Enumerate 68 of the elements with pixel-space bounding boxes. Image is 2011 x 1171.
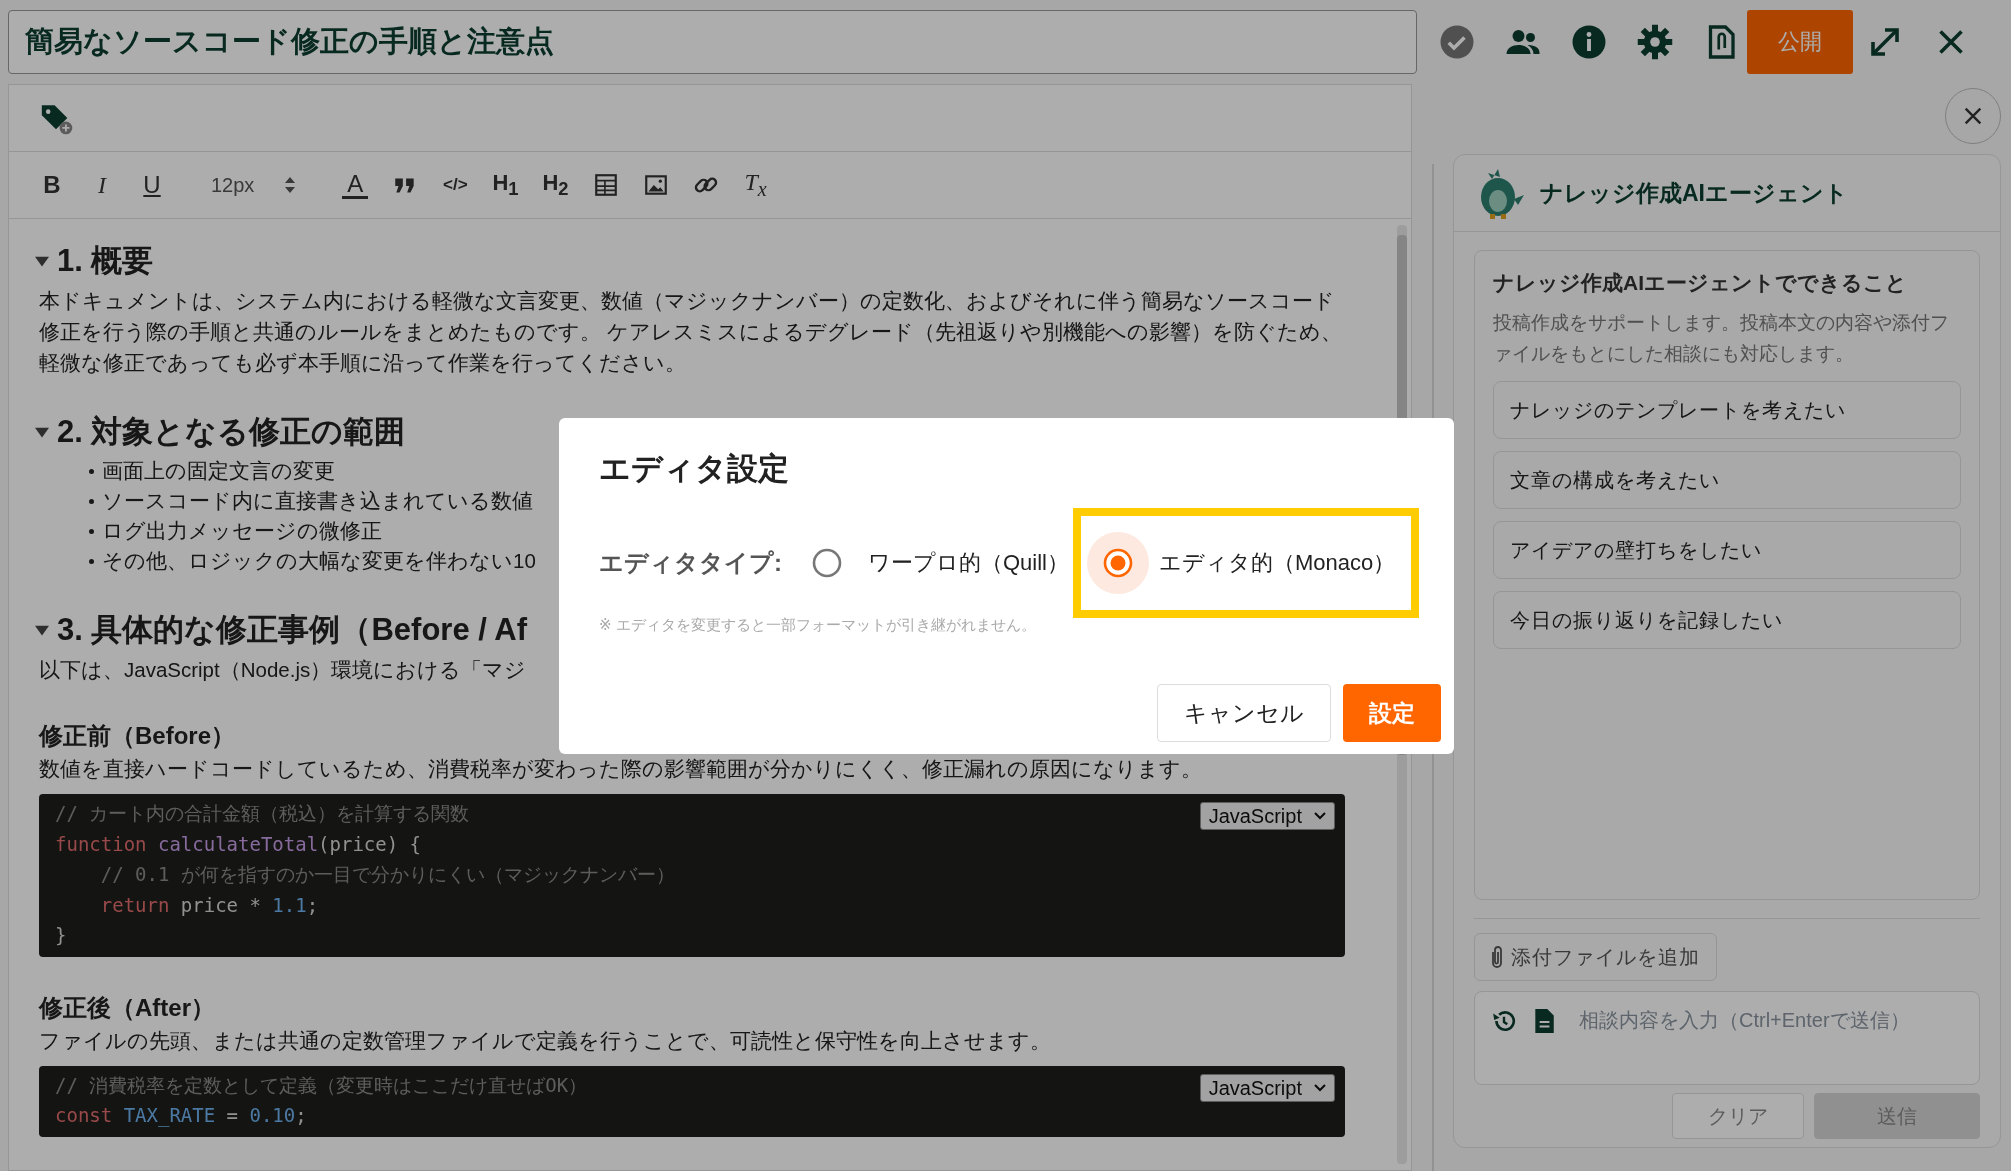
section-heading: 3. 具体的な修正事例（Before / Af	[57, 611, 528, 649]
check-circle-icon[interactable]	[1439, 24, 1475, 60]
suggestion-button[interactable]: 文章の構成を考えたい	[1493, 451, 1961, 509]
toolbar-button[interactable]: A	[342, 171, 369, 199]
list-item: その他、ロジックの大幅な変更を伴わない10	[102, 548, 536, 574]
code-line: return price * 1.1;	[99, 892, 319, 918]
toolbar-button[interactable]: T$_{x}$	[742, 169, 769, 201]
attach-file-button[interactable]: 添付ファイルを追加	[1474, 933, 1717, 981]
paragraph: 以下は、JavaScript（Node.js）環境における「マジ	[39, 657, 527, 683]
panel-title: ナレッジ作成AIエージェント	[1540, 178, 1848, 208]
toolbar-button[interactable]: U	[139, 171, 165, 199]
font-size-select[interactable]: 12px	[205, 172, 303, 198]
radio-option[interactable]: ワープロ的（Quill）	[792, 508, 1073, 618]
toolbar-button[interactable]: H$_{1}$	[492, 169, 519, 201]
radio-icon[interactable]	[1103, 548, 1133, 578]
collapse-caret-icon[interactable]	[35, 623, 49, 637]
suggestion-button[interactable]: アイデアの壁打ちをしたい	[1493, 521, 1961, 579]
up-down-arrows-icon	[284, 175, 297, 195]
document-icon[interactable]	[1533, 1008, 1555, 1034]
table-icon[interactable]	[592, 172, 619, 198]
history-icon[interactable]	[1491, 1008, 1517, 1034]
code-line: // 消費税率を定数として定義（変更時はここだけ直せばOK）	[55, 1072, 588, 1098]
subheading: 修正後（After）	[39, 992, 215, 1023]
code-line: function calculateTotal(price) {	[55, 831, 422, 857]
chevron-down-icon	[1314, 1083, 1326, 1092]
subheading: 修正前（Before）	[39, 721, 236, 751]
list-item: ソースコード内に直接書き込まれている数値	[102, 488, 533, 514]
suggestion-button[interactable]: ナレッジのテンプレートを考えたい	[1493, 381, 1961, 439]
bullet-icon	[89, 498, 94, 504]
close-icon	[1962, 105, 1984, 127]
language-select[interactable]: JavaScript	[1199, 802, 1335, 830]
list-item: ログ出力メッセージの微修正	[102, 518, 382, 544]
paragraph: 数値を直接ハードコードしているため、消費税率が変わった際の影響範囲が分かりにくく、修正漏れの原因になります。	[39, 756, 1202, 782]
toolbar-button[interactable]: H$_{2}$	[542, 169, 569, 201]
paperclip-icon	[1489, 945, 1505, 969]
toolbar-button[interactable]: B	[39, 171, 65, 199]
chevron-down-icon	[1314, 812, 1326, 820]
note-text: ※ エディタを変更すると一部フォーマットが引き継がれません。	[599, 616, 1037, 635]
collapse-caret-icon[interactable]	[35, 254, 49, 268]
bullet-icon	[89, 558, 94, 564]
radio-icon[interactable]	[812, 548, 842, 578]
language-select[interactable]: JavaScript	[1199, 1073, 1335, 1102]
intro-title: ナレッジ作成AIエージェントでできること	[1493, 270, 1908, 296]
code-line: // カート内の合計金額（税込）を計算する関数	[55, 801, 470, 826]
code-line: }	[55, 923, 67, 948]
section-heading: 1. 概要	[57, 242, 154, 280]
field-label: エディタタイプ:	[599, 548, 782, 578]
dialog-title: エディタ設定	[599, 450, 790, 488]
message-input[interactable]: 相談内容を入力（Ctrl+Enterで送信）	[1577, 1008, 1963, 1033]
collapse-caret-icon[interactable]	[35, 425, 49, 439]
code-line: const TAX_RATE = 0.10;	[55, 1103, 307, 1129]
suggestion-button[interactable]: 今日の振り返りを記録したい	[1493, 591, 1961, 649]
title-field[interactable]: 簡易なソースコード修正の手順と注意点	[8, 10, 1417, 74]
image-icon[interactable]	[642, 172, 669, 198]
list-item: 画面上の固定文言の変更	[102, 458, 335, 484]
paragraph: ファイルの先頭、または共通の定数管理ファイルで定義を行うことで、可読性と保守性を向上させます。	[39, 1027, 1051, 1054]
paragraph: 本ドキュメントは、システム内における軽微な文言変更、数値（マジックナンバー）の定数化、およびそれに伴う簡易なソースコード修正を行う際の手順と共通のルールをまとめたものです。 ケアレスミスによるデグレード（先祖返りや別機能への影響）を防ぐため、軽微な修正であっても必ず本手順に沿って作業を行ってください。	[39, 288, 1343, 376]
toolbar-button[interactable]: I	[89, 171, 115, 199]
bullet-icon	[89, 468, 94, 474]
section-heading: 2. 対象となる修正の範囲	[57, 413, 406, 451]
code-line: // 0.1 が何を指すのか一目で分かりにくい（マジックナンバー）	[99, 862, 675, 887]
close-panel-button[interactable]	[1945, 88, 2001, 144]
cancel-button[interactable]: キャンセル	[1157, 684, 1331, 742]
settings-icon[interactable]	[1637, 24, 1673, 60]
intro-text: 投稿作成をサポートします。投稿本文の内容や添付ファイルをもとにした相談にも対応します。	[1493, 311, 1950, 366]
bullet-icon	[89, 528, 94, 534]
toolbar-button[interactable]: </>	[442, 175, 469, 195]
info-icon[interactable]	[1571, 24, 1607, 60]
